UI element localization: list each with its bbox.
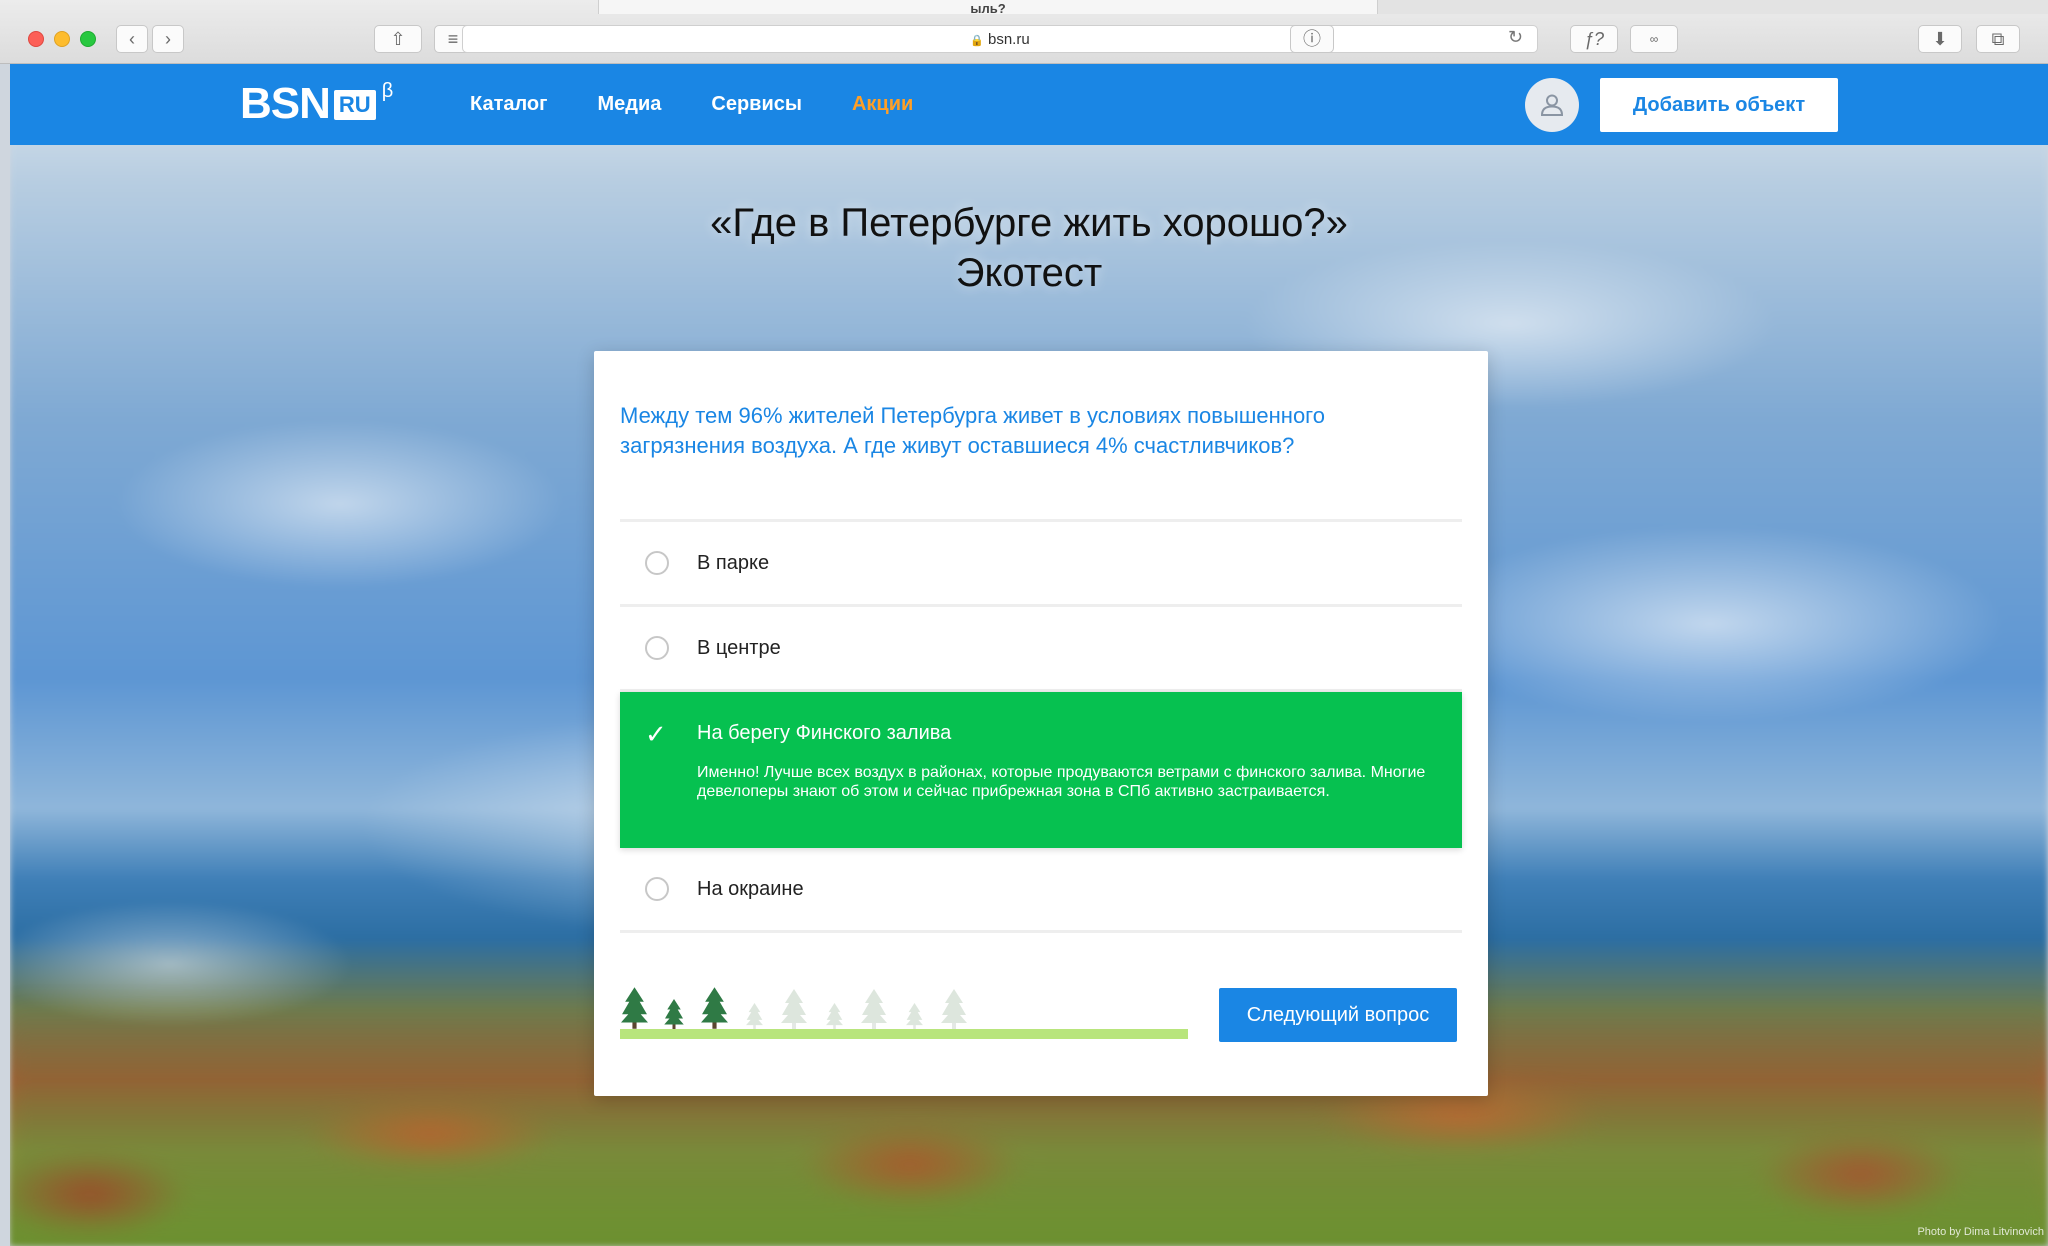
tree-icon-empty <box>941 989 967 1029</box>
nav-promotions[interactable]: Акции <box>852 93 913 116</box>
share-icon[interactable]: ⇧ <box>374 25 422 53</box>
nav-catalog[interactable]: Каталог <box>470 93 547 116</box>
tab-strip[interactable]: ыль? <box>598 0 1378 14</box>
answer-option[interactable]: На окраине <box>620 848 1462 930</box>
address-text: bsn.ru <box>988 31 1030 48</box>
main-nav: Каталог Медиа Сервисы Акции <box>470 64 963 145</box>
forward-icon[interactable]: › <box>152 25 184 53</box>
nav-media[interactable]: Медиа <box>597 93 661 116</box>
answer-option[interactable]: В центре <box>620 607 1462 689</box>
answer-label: В центре <box>697 636 781 659</box>
user-icon <box>1540 94 1564 116</box>
answer-option-correct[interactable]: ✓ На берегу Финского залива Именно! Лучш… <box>620 692 1462 848</box>
progress-ground <box>620 1029 1188 1039</box>
photo-credit: Photo by Dima Litvinovich <box>1917 1226 2044 1238</box>
tab-strip-empty <box>1378 0 2048 14</box>
divider <box>620 930 1462 933</box>
logo-beta: β <box>381 80 394 102</box>
tree-icon-filled <box>664 999 684 1029</box>
close-window-icon[interactable] <box>28 31 44 47</box>
radio-icon[interactable] <box>645 551 669 575</box>
download-icon[interactable]: ⬇ <box>1918 25 1962 53</box>
nav-services[interactable]: Сервисы <box>711 93 802 116</box>
page-title-line2: Экотест <box>955 251 1103 295</box>
tree-icon-filled <box>620 987 648 1029</box>
answer-list: В парке В центре ✓ На берегу Финского за… <box>620 519 1462 933</box>
site-header: BSN RU β Каталог Медиа Сервисы Акции Доб… <box>10 64 2048 145</box>
tabs-overview-icon[interactable]: ⧉ <box>1976 25 2020 53</box>
reload-icon[interactable]: ↻ <box>1508 27 1523 48</box>
add-object-button[interactable]: Добавить объект <box>1600 78 1838 132</box>
logo-badge: RU <box>333 90 376 120</box>
checkmark-icon: ✓ <box>645 719 667 749</box>
tree-icon-empty <box>905 1003 923 1029</box>
lock-icon: 🔒 <box>970 35 984 47</box>
tree-icon-empty <box>781 989 807 1029</box>
answer-content: На берегу Финского залива Именно! Лучше … <box>697 722 1437 801</box>
back-icon[interactable]: ‹ <box>116 25 148 53</box>
quiz-card: Между тем 96% жителей Петербурга живет в… <box>594 351 1488 1096</box>
info-icon[interactable]: ⓘ <box>1290 25 1334 53</box>
tree-icon-empty <box>825 1003 843 1029</box>
answer-label: На окраине <box>697 877 804 900</box>
tree-icon-empty <box>745 1003 763 1029</box>
answer-option[interactable]: В парке <box>620 522 1462 604</box>
extension-fq-icon[interactable]: ƒ? <box>1570 25 1618 53</box>
page-title-line1: «Где в Петербурге жить хорошо?» <box>710 201 1348 245</box>
tree-icon-filled <box>700 987 728 1029</box>
address-bar[interactable]: 🔒 bsn.ru ↻ <box>462 25 1538 53</box>
answer-label: В парке <box>697 551 770 574</box>
logo-text: BSN <box>240 79 331 128</box>
extension-icon[interactable]: ∞ <box>1630 25 1678 53</box>
answer-explanation: Именно! Лучше всех воздух в районах, кот… <box>697 764 1426 800</box>
quiz-question: Между тем 96% жителей Петербурга живет в… <box>620 403 1325 458</box>
tab-title: ыль? <box>970 1 1006 14</box>
page-title: «Где в Петербурге жить хорошо?» Экотест <box>10 198 2048 298</box>
tree-icon-empty <box>861 989 887 1029</box>
zoom-window-icon[interactable] <box>80 31 96 47</box>
minimize-window-icon[interactable] <box>54 31 70 47</box>
next-question-button[interactable]: Следующий вопрос <box>1219 988 1457 1042</box>
radio-icon[interactable] <box>645 877 669 901</box>
browser-chrome: ыль? ‹ › ⇧ ≡ 🔒 bsn.ru ↻ ⓘ ƒ? ∞ ⬇ ⧉ <box>0 0 2048 64</box>
page: Photo by Dima Litvinovich BSN RU β Катал… <box>10 64 2048 1246</box>
progress-trees <box>620 981 1188 1039</box>
user-avatar-icon[interactable] <box>1525 78 1579 132</box>
radio-icon[interactable] <box>645 636 669 660</box>
logo[interactable]: BSN RU β <box>240 80 393 128</box>
answer-label: На берегу Финского залива <box>697 722 952 744</box>
